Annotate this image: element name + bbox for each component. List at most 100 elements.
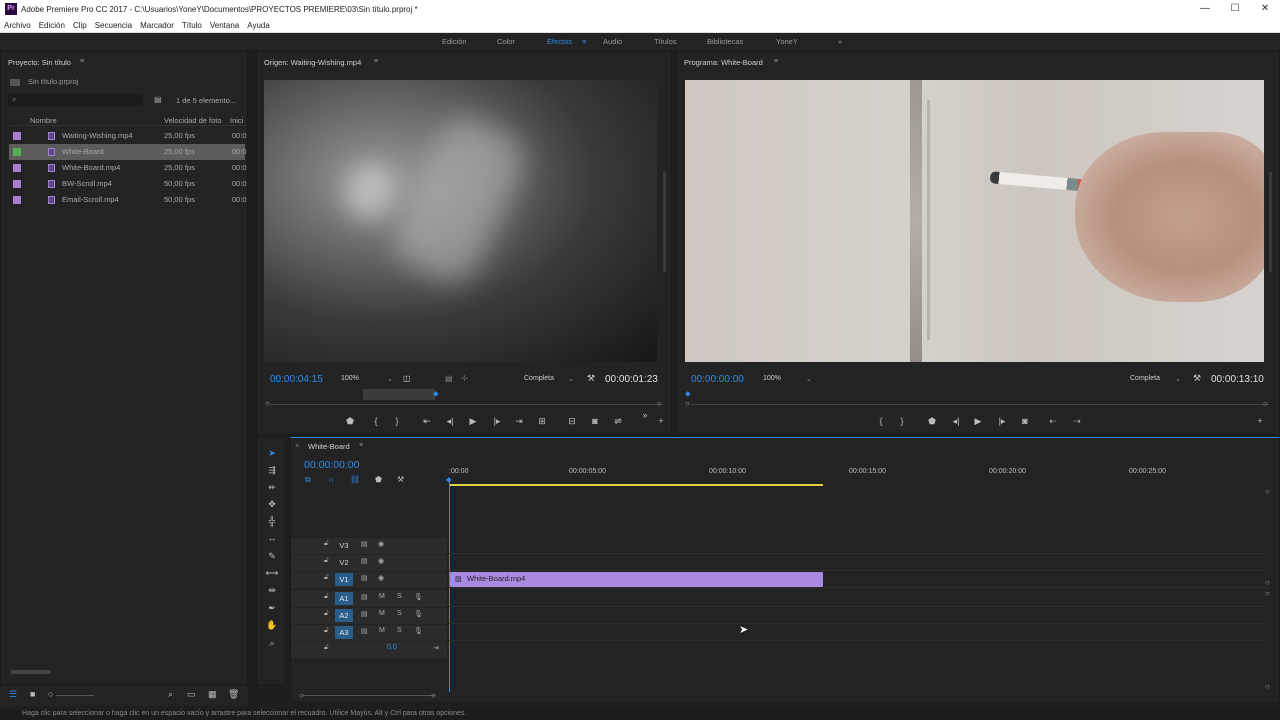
insert-icon[interactable]: ⊞ xyxy=(535,416,549,427)
find-icon[interactable]: ⌕ xyxy=(168,689,173,700)
item-name[interactable]: White-Board.mp4 xyxy=(62,163,120,172)
lock-icon[interactable]: 🔓︎ xyxy=(324,574,329,582)
sync-lock-icon[interactable]: ▤ xyxy=(361,540,368,548)
zoom-handle-right[interactable]: ○ xyxy=(1263,399,1268,408)
camera-icon[interactable]: ◙ xyxy=(1018,416,1032,426)
overwrite-icon[interactable]: ⊟ xyxy=(565,416,579,427)
label-color-swatch[interactable] xyxy=(13,148,21,156)
lock-icon[interactable]: 🔓︎ xyxy=(324,557,329,565)
add-marker-icon[interactable]: ⬟ xyxy=(343,416,357,427)
add-marker-icon[interactable]: ⬟ xyxy=(375,475,382,484)
source-timecode[interactable]: 00:00:04:15 xyxy=(270,374,323,385)
workspace-bibliotecas[interactable]: Bibliotecas xyxy=(707,37,743,46)
zoom-tool-icon[interactable]: ⌕ xyxy=(264,636,280,650)
playhead-icon[interactable]: ⬥ xyxy=(685,389,691,399)
workspace-more-button[interactable]: » xyxy=(838,37,842,46)
slide-tool-icon[interactable]: ⇹ xyxy=(264,583,280,597)
chevron-down-icon[interactable]: ⌄ xyxy=(568,375,574,383)
button-editor-icon[interactable]: » xyxy=(638,410,652,420)
sequence-menu-icon[interactable]: ≡ xyxy=(359,442,363,449)
camera-icon[interactable]: ◙ xyxy=(588,416,602,426)
item-name[interactable]: White-Board xyxy=(62,147,104,156)
snap-icon[interactable]: ∩ xyxy=(328,475,334,484)
step-forward-icon[interactable]: |▸ xyxy=(995,416,1009,427)
timeline-zoom-bar[interactable] xyxy=(303,695,435,696)
track-label-a2[interactable]: A2 xyxy=(335,609,353,622)
mark-in-icon[interactable]: { xyxy=(874,416,888,426)
selection-tool-icon[interactable]: ➤ xyxy=(264,446,280,460)
panel-menu-icon[interactable]: ≡ xyxy=(80,58,84,65)
workspace-edicion[interactable]: Edición xyxy=(442,37,467,46)
timeline-timecode[interactable]: 00:00:00:00 xyxy=(304,459,359,471)
track-label-a1[interactable]: A1 xyxy=(335,592,353,605)
sync-lock-icon[interactable]: ▤ xyxy=(361,574,368,582)
sync-lock-icon[interactable]: ▤ xyxy=(361,557,368,565)
icon-view-icon[interactable]: ■ xyxy=(30,689,35,699)
new-bin-icon[interactable]: ▤ xyxy=(154,95,162,104)
program-scrub-bar[interactable] xyxy=(691,404,1269,405)
go-to-out-icon[interactable]: ⇥ xyxy=(512,416,526,427)
program-quality-select[interactable]: Completa xyxy=(1130,375,1160,382)
hand-tool-icon[interactable]: ✋ xyxy=(264,618,280,632)
solo-button[interactable]: S xyxy=(397,627,402,634)
label-color-swatch[interactable] xyxy=(13,196,21,204)
eye-icon[interactable]: ◉ xyxy=(378,557,384,565)
lock-icon[interactable]: 🔓︎ xyxy=(324,610,329,618)
source-menu-icon[interactable]: ≡ xyxy=(374,58,378,65)
track-label-v1[interactable]: V1 xyxy=(335,573,353,586)
zoom-slider-track[interactable] xyxy=(56,695,94,696)
go-to-end-icon[interactable]: ⇥ xyxy=(433,644,439,652)
lock-icon[interactable]: 🔓︎ xyxy=(324,627,329,635)
slip-tool-icon[interactable]: ⟷ xyxy=(264,566,280,580)
chevron-down-icon[interactable]: ⌄ xyxy=(387,375,393,383)
eye-icon[interactable]: ◉ xyxy=(378,540,384,548)
menu-secuencia[interactable]: Secuencia xyxy=(95,21,132,30)
chevron-down-icon[interactable]: ⌄ xyxy=(1175,375,1181,383)
program-video-frame[interactable] xyxy=(685,80,1264,362)
zoom-handle-right[interactable]: ○ xyxy=(431,691,436,700)
project-search-input[interactable]: ⌕ xyxy=(8,94,143,106)
program-scrollbar[interactable] xyxy=(1269,172,1272,272)
mute-button[interactable]: M xyxy=(379,627,385,634)
sync-lock-icon[interactable]: ▤ xyxy=(361,593,368,601)
track-lane-a2[interactable] xyxy=(449,608,1267,624)
item-name[interactable]: BW-Scroll.mp4 xyxy=(62,179,112,188)
nest-icon[interactable]: ⧉ xyxy=(305,475,311,485)
lock-icon[interactable]: 🔓︎ xyxy=(324,593,329,601)
solo-button[interactable]: S xyxy=(397,593,402,600)
lift-icon[interactable]: ⇠ xyxy=(1046,416,1060,427)
source-video-frame[interactable] xyxy=(264,80,657,362)
zoom-handle-left[interactable]: ○ xyxy=(299,691,304,700)
add-marker-icon[interactable]: ⬟ xyxy=(925,416,939,427)
add-icon[interactable]: ✢ xyxy=(461,374,468,383)
scroll-handle-icon[interactable]: ○ xyxy=(1265,682,1270,691)
extract-icon[interactable]: ⇢ xyxy=(1070,416,1084,427)
source-zoom-select[interactable]: 100% xyxy=(341,375,359,382)
item-name[interactable]: Waiting-Wishing.mp4 xyxy=(62,131,133,140)
razor-tool-icon[interactable]: ✎ xyxy=(264,549,280,563)
mark-out-icon[interactable]: } xyxy=(390,416,404,426)
source-scrollbar[interactable] xyxy=(663,172,666,272)
step-forward-icon[interactable]: |▸ xyxy=(490,416,504,427)
track-label-v3[interactable]: V3 xyxy=(335,539,353,552)
source-quality-select[interactable]: Completa xyxy=(524,375,554,382)
project-item[interactable]: Waiting-Wishing.mp4 25,00 fps 00:0 xyxy=(9,128,247,144)
project-item[interactable]: White-Board 25,00 fps 00:0 xyxy=(9,144,247,160)
ripple-edit-tool-icon[interactable]: ✥ xyxy=(264,497,280,511)
column-fps[interactable]: Velocidad de foto xyxy=(164,116,222,125)
mark-in-icon[interactable]: { xyxy=(369,416,383,426)
track-label-v2[interactable]: V2 xyxy=(335,556,353,569)
project-item[interactable]: BW-Scroll.mp4 50,00 fps 00:0 xyxy=(9,176,247,192)
add-button-icon[interactable]: + xyxy=(1253,416,1267,426)
step-back-icon[interactable]: ◂| xyxy=(949,416,963,427)
eye-icon[interactable]: ◉ xyxy=(378,574,384,582)
mute-button[interactable]: M xyxy=(379,610,385,617)
item-name[interactable]: Email-Scroll.mp4 xyxy=(62,195,119,204)
sequence-tab[interactable]: White-Board xyxy=(308,442,350,451)
label-color-swatch[interactable] xyxy=(13,132,21,140)
work-area-bar[interactable] xyxy=(449,484,823,486)
play-icon[interactable]: ▶ xyxy=(971,416,985,427)
workspace-audio[interactable]: Audio xyxy=(603,37,622,46)
workspace-yoney[interactable]: YoneY xyxy=(776,37,798,46)
program-zoom-select[interactable]: 100% xyxy=(763,375,781,382)
